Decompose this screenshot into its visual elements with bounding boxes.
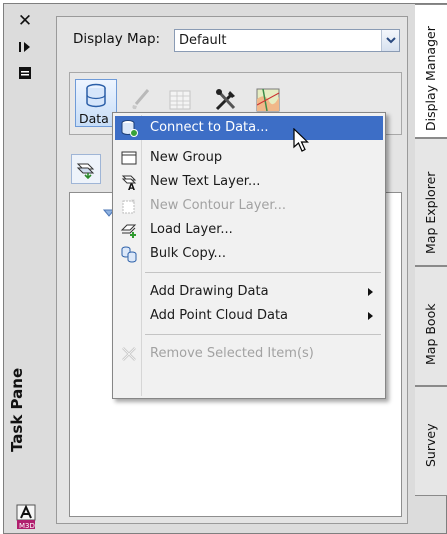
menu-item-new-text-layer[interactable]: A New Text Layer... (115, 170, 383, 194)
data-context-menu: Connect to Data... New Group A New Text … (112, 112, 386, 399)
menu-item-label: Add Point Cloud Data (150, 308, 289, 323)
svg-text:*: * (131, 198, 135, 207)
submenu-arrow-icon (368, 288, 373, 296)
menu-item-new-contour-layer[interactable]: * New Contour Layer... (115, 194, 383, 218)
svg-text:M3D: M3D (19, 522, 35, 530)
menu-item-label: Connect to Data... (150, 120, 269, 135)
tab-map-explorer[interactable]: Map Explorer (415, 138, 447, 266)
menu-item-add-point-cloud-data[interactable]: Add Point Cloud Data (115, 304, 383, 328)
autocad-map-logo-icon: M3D (15, 504, 37, 530)
mouse-pointer-icon (293, 128, 309, 152)
connect-data-icon (120, 119, 138, 137)
task-pane-tabs: Display Manager Map Explorer Map Book Su… (415, 4, 447, 533)
display-map-value: Default (179, 33, 227, 48)
groups-icon (76, 163, 95, 179)
display-map-select[interactable]: Default (174, 29, 400, 52)
load-layer-icon (120, 221, 138, 239)
database-icon (86, 83, 106, 108)
text-layer-icon: A (120, 173, 138, 193)
menu-item-connect-to-data[interactable]: Connect to Data... (115, 116, 383, 140)
menu-item-label: New Group (150, 150, 223, 165)
remove-icon (120, 345, 138, 363)
properties-menu-icon[interactable] (16, 66, 34, 84)
menu-separator (145, 334, 381, 335)
tab-display-manager-label: Display Manager (423, 26, 438, 131)
data-button[interactable]: Data (75, 79, 117, 127)
tab-map-book[interactable]: Map Book (415, 266, 447, 386)
menu-separator (145, 272, 381, 273)
auto-hide-icon[interactable] (16, 40, 34, 58)
tab-display-manager[interactable]: Display Manager (415, 4, 447, 138)
menu-item-bulk-copy[interactable]: Bulk Copy... (115, 242, 383, 266)
menu-item-label: Add Drawing Data (150, 284, 269, 299)
style-brush-icon[interactable] (128, 87, 154, 113)
data-button-label: Data (79, 111, 109, 126)
menu-item-new-group[interactable]: New Group (115, 146, 383, 170)
menu-item-label: Remove Selected Item(s) (150, 346, 314, 361)
task-pane-title-text: Task Pane (8, 367, 26, 452)
groups-button[interactable] (71, 154, 101, 184)
tab-survey-label: Survey (423, 423, 438, 467)
submenu-arrow-icon (368, 312, 373, 320)
menu-item-remove-selected[interactable]: Remove Selected Item(s) (115, 342, 383, 366)
table-icon[interactable] (167, 87, 193, 113)
tab-map-explorer-label: Map Explorer (423, 171, 438, 254)
bulk-copy-icon (120, 245, 138, 263)
menu-item-label: Bulk Copy... (150, 246, 226, 261)
contour-layer-icon: * (120, 197, 138, 215)
tools-icon[interactable] (213, 87, 239, 113)
menu-item-label: Load Layer... (150, 222, 233, 237)
tab-map-book-label: Map Book (423, 303, 438, 365)
chevron-down-icon[interactable] (381, 30, 399, 51)
map-icon[interactable] (255, 87, 281, 113)
new-group-icon (120, 149, 138, 167)
tab-survey[interactable]: Survey (415, 386, 447, 496)
menu-item-add-drawing-data[interactable]: Add Drawing Data (115, 280, 383, 304)
menu-item-load-layer[interactable]: Load Layer... (115, 218, 383, 242)
svg-text:A: A (128, 183, 135, 191)
close-icon[interactable]: ✕ (16, 12, 34, 30)
menu-item-label: New Text Layer... (150, 174, 261, 189)
menu-item-label: New Contour Layer... (150, 198, 286, 213)
task-pane-title-bar: ✕ Task Pane M3D (4, 4, 48, 533)
display-map-label: Display Map: (73, 31, 161, 47)
